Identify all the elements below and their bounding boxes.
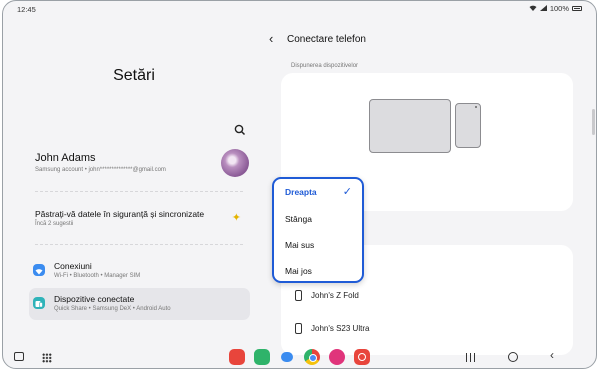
tablet-screen: 12:45 100% Setări John Adams Samsung acc… xyxy=(2,0,597,369)
settings-pane: Setări John Adams Samsung account • john… xyxy=(3,17,265,343)
dropdown-option-above[interactable]: Mai sus xyxy=(285,240,314,250)
menu-item-subtitle: Quick Share • Samsung DeX • Android Auto xyxy=(54,306,171,312)
messages-app-icon[interactable] xyxy=(279,349,295,365)
wifi-status-icon xyxy=(529,4,537,13)
chrome-app-icon[interactable] xyxy=(304,349,320,365)
dropdown-option-below[interactable]: Mai jos xyxy=(285,266,312,276)
phone-illustration[interactable] xyxy=(455,103,481,148)
account-subtitle: Samsung account • john**************@gma… xyxy=(35,167,166,173)
search-icon[interactable] xyxy=(233,123,247,137)
taskbar-toggle-icon[interactable] xyxy=(14,352,24,361)
apps-grid-icon[interactable] xyxy=(42,353,52,363)
check-icon: ✓ xyxy=(342,186,352,198)
divider xyxy=(35,191,243,192)
status-bar: 12:45 100% xyxy=(3,1,596,17)
phone-icon xyxy=(295,290,302,301)
recents-icon[interactable] xyxy=(466,353,475,362)
menu-item-connected-devices[interactable]: Dispozitive conectate Quick Share • Sams… xyxy=(29,288,250,320)
connected-devices-icon xyxy=(33,297,45,309)
account-profile[interactable]: John Adams Samsung account • john*******… xyxy=(27,147,249,183)
app-icon-red[interactable] xyxy=(229,349,245,365)
battery-percent: 100% xyxy=(549,4,569,13)
avatar xyxy=(221,149,249,177)
section-label: Dispunerea dispozitivelor xyxy=(291,63,359,69)
tablet-illustration[interactable] xyxy=(369,99,451,153)
back-arrow-icon[interactable]: ‹ xyxy=(269,31,273,46)
menu-item-title: Dispozitive conectate xyxy=(54,294,135,304)
app-dock xyxy=(229,349,370,365)
menu-item-title: Conexiuni xyxy=(54,261,92,271)
edge-panel-handle[interactable] xyxy=(592,109,595,135)
dropdown-option-label: Dreapta xyxy=(285,187,317,197)
signal-icon xyxy=(539,4,547,13)
menu-item-subtitle: Wi-Fi • Bluetooth • Manager SIM xyxy=(54,273,141,279)
detail-title: Conectare telefon xyxy=(287,34,366,45)
wifi-icon xyxy=(33,264,45,276)
menu-item-connections[interactable]: Conexiuni Wi-Fi • Bluetooth • Manager SI… xyxy=(29,255,250,287)
suggestion-card[interactable]: Păstrați-vă datele în siguranță și sincr… xyxy=(27,205,249,235)
gallery-app-icon[interactable] xyxy=(329,349,345,365)
status-time: 12:45 xyxy=(17,5,36,14)
navigation-bar: ‹ xyxy=(3,344,596,368)
sparkle-icon: ✦ xyxy=(231,212,241,224)
phone-icon xyxy=(295,323,302,334)
battery-icon xyxy=(572,6,582,11)
suggestion-title: Păstrați-vă datele în siguranță și sincr… xyxy=(35,209,205,219)
dropdown-option-left[interactable]: Stânga xyxy=(285,214,312,224)
divider xyxy=(35,244,243,245)
position-dropdown: Dreapta ✓ Stânga Mai sus Mai jos xyxy=(272,177,364,283)
device-name: John's Z Fold xyxy=(311,291,359,300)
suggestion-subtitle: Încă 2 sugestii xyxy=(35,221,74,227)
status-icons: 100% xyxy=(529,4,582,13)
phone-app-icon[interactable] xyxy=(254,349,270,365)
camera-app-icon[interactable] xyxy=(354,349,370,365)
nav-back-icon[interactable]: ‹ xyxy=(550,348,554,362)
device-name: John's S23 Ultra xyxy=(311,324,370,333)
account-name: John Adams xyxy=(35,152,96,164)
page-title: Setări xyxy=(113,67,155,84)
home-icon[interactable] xyxy=(508,352,518,362)
